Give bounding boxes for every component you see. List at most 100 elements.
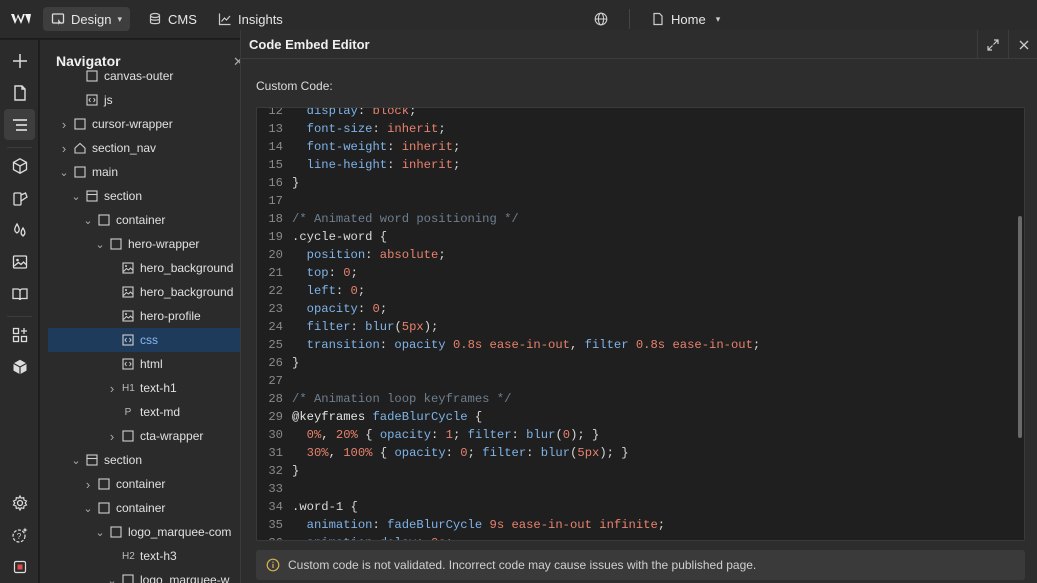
code-line[interactable]: 16}	[257, 174, 1017, 192]
chevron-down-icon[interactable]: ⌄	[94, 526, 106, 539]
code-line[interactable]: 19 .cycle-word {	[257, 228, 1017, 246]
navigator-item[interactable]: › section_nav	[48, 136, 240, 160]
code-line[interactable]: 30 0%, 20% { opacity: 1; filter: blur(0)…	[257, 426, 1017, 444]
code-line[interactable]: 22 left: 0;	[257, 282, 1017, 300]
chevron-down-icon[interactable]: ⌄	[106, 574, 118, 583]
assets-button[interactable]	[4, 246, 35, 277]
code-line[interactable]: 33	[257, 480, 1017, 498]
code-embed-editor: Code Embed Editor Custom Code: 12 displa…	[240, 30, 1037, 583]
pages-button[interactable]	[4, 77, 35, 108]
code-line[interactable]: 14 font-weight: inherit;	[257, 138, 1017, 156]
chevron-down-icon[interactable]: ⌄	[94, 238, 106, 251]
chevron-down-icon[interactable]: ⌄	[70, 190, 82, 203]
components-button[interactable]	[4, 150, 35, 181]
code-line[interactable]: 21 top: 0;	[257, 264, 1017, 282]
apps-icon	[12, 327, 27, 342]
cms-collections-button[interactable]	[4, 278, 35, 309]
custom-code-label: Custom Code:	[256, 79, 333, 93]
variables-button[interactable]	[4, 182, 35, 213]
navigator-item[interactable]: ⌄ section	[48, 448, 240, 472]
apps-button[interactable]	[4, 319, 35, 350]
navigator-item[interactable]: ⌄ section	[48, 184, 240, 208]
code-line[interactable]: 17	[257, 192, 1017, 210]
code-editor[interactable]: 12 display: block; 13 font-size: inherit;…	[256, 107, 1025, 541]
chevron-down-icon: ▾	[715, 13, 721, 24]
code-line[interactable]: 36 animation-delay: 0s;	[257, 534, 1017, 540]
chevron-right-icon[interactable]: ›	[58, 141, 70, 156]
line-number: 29	[268, 410, 283, 424]
close-editor-button[interactable]	[1008, 30, 1037, 59]
code-line[interactable]: 25 transition: opacity 0.8s ease-in-out,…	[257, 336, 1017, 354]
navigator-item[interactable]: Ptext-md	[48, 400, 240, 424]
code-line[interactable]: 13 font-size: inherit;	[257, 120, 1017, 138]
navigator-item[interactable]: hero_background	[48, 256, 240, 280]
navigator-item[interactable]: ⌄ container	[48, 496, 240, 520]
navigator-item[interactable]: html	[48, 352, 240, 376]
chevron-right-icon[interactable]: ›	[106, 381, 118, 396]
navigator-item[interactable]: canvas-outer	[48, 64, 240, 88]
navigator-item[interactable]: › container	[48, 472, 240, 496]
expand-button[interactable]	[977, 30, 1007, 59]
navigator-item[interactable]: ⌄ logo_marquee-w	[48, 568, 240, 583]
cms-button[interactable]: CMS	[140, 7, 205, 31]
rail-divider	[7, 147, 32, 148]
code-line[interactable]: 32}	[257, 462, 1017, 480]
image-icon	[122, 262, 134, 274]
design-mode-button[interactable]: Design ▾	[43, 7, 130, 31]
navigator-item[interactable]: › H1 text-h1	[48, 376, 240, 400]
page-selector[interactable]: Home ▾	[643, 7, 728, 31]
box-icon	[98, 214, 110, 226]
line-number: 12	[268, 107, 283, 118]
globe-icon[interactable]	[594, 12, 608, 26]
code-line[interactable]: 15 line-height: inherit;	[257, 156, 1017, 174]
box-icon	[110, 526, 122, 538]
chevron-right-icon[interactable]: ›	[106, 429, 118, 444]
code-line[interactable]: 29 @keyframes fadeBlurCycle {	[257, 408, 1017, 426]
packages-button[interactable]	[4, 351, 35, 382]
chevron-right-icon[interactable]: ›	[58, 117, 70, 132]
chevron-down-icon[interactable]: ⌄	[70, 454, 82, 467]
navigator-item[interactable]: hero_background	[48, 280, 240, 304]
code-line[interactable]: 31 30%, 100% { opacity: 0; filter: blur(…	[257, 444, 1017, 462]
swatches-icon	[12, 191, 28, 206]
code-text: }	[292, 356, 300, 370]
chevron-down-icon[interactable]: ⌄	[82, 214, 94, 227]
code-line[interactable]: 35 animation: fadeBlurCycle 9s ease-in-o…	[257, 516, 1017, 534]
navigator-item[interactable]: js	[48, 88, 240, 112]
navigator-item[interactable]: css	[48, 328, 240, 352]
navigator-item[interactable]: › cta-wrapper	[48, 424, 240, 448]
code-text: animation-delay: 0s;	[292, 534, 453, 540]
record-button[interactable]	[4, 551, 35, 582]
scrollbar[interactable]	[1018, 216, 1022, 438]
chevron-right-icon[interactable]: ›	[82, 477, 94, 492]
line-number: 27	[268, 374, 283, 388]
chevron-down-icon[interactable]: ⌄	[58, 166, 70, 179]
code-line[interactable]: 18 /* Animated word positioning */	[257, 210, 1017, 228]
navigator-button[interactable]	[4, 109, 35, 140]
code-line[interactable]: 20 position: absolute;	[257, 246, 1017, 264]
navigator-item[interactable]: hero-profile	[48, 304, 240, 328]
code-line[interactable]: 12 display: block;	[257, 107, 1017, 120]
code-line[interactable]: 34 .word-1 {	[257, 498, 1017, 516]
code-text: opacity: 0;	[306, 302, 388, 316]
navigator-item[interactable]: H2 text-h3	[48, 544, 240, 568]
help-button[interactable]: ?	[4, 519, 35, 550]
settings-button[interactable]	[4, 487, 35, 518]
code-line[interactable]: 28 /* Animation loop keyframes */	[257, 390, 1017, 408]
navigator-item[interactable]: › cursor-wrapper	[48, 112, 240, 136]
code-line[interactable]: 24 filter: blur(5px);	[257, 318, 1017, 336]
navigator-item[interactable]: ⌄ logo_marquee-com	[48, 520, 240, 544]
code-line[interactable]: 23 opacity: 0;	[257, 300, 1017, 318]
webflow-logo-icon[interactable]	[10, 11, 32, 27]
navigator-item[interactable]: ⌄ main	[48, 160, 240, 184]
navigator-item[interactable]: ⌄ container	[48, 208, 240, 232]
insights-button[interactable]: Insights	[210, 7, 291, 31]
navigator-item[interactable]: ⌄ hero-wrapper	[48, 232, 240, 256]
navigator-item-label: css	[140, 333, 158, 347]
styles-button[interactable]	[4, 214, 35, 245]
add-elements-button[interactable]	[4, 45, 35, 76]
code-line[interactable]: 26}	[257, 354, 1017, 372]
code-line[interactable]: 27	[257, 372, 1017, 390]
stop-icon	[13, 560, 26, 573]
chevron-down-icon[interactable]: ⌄	[82, 502, 94, 515]
